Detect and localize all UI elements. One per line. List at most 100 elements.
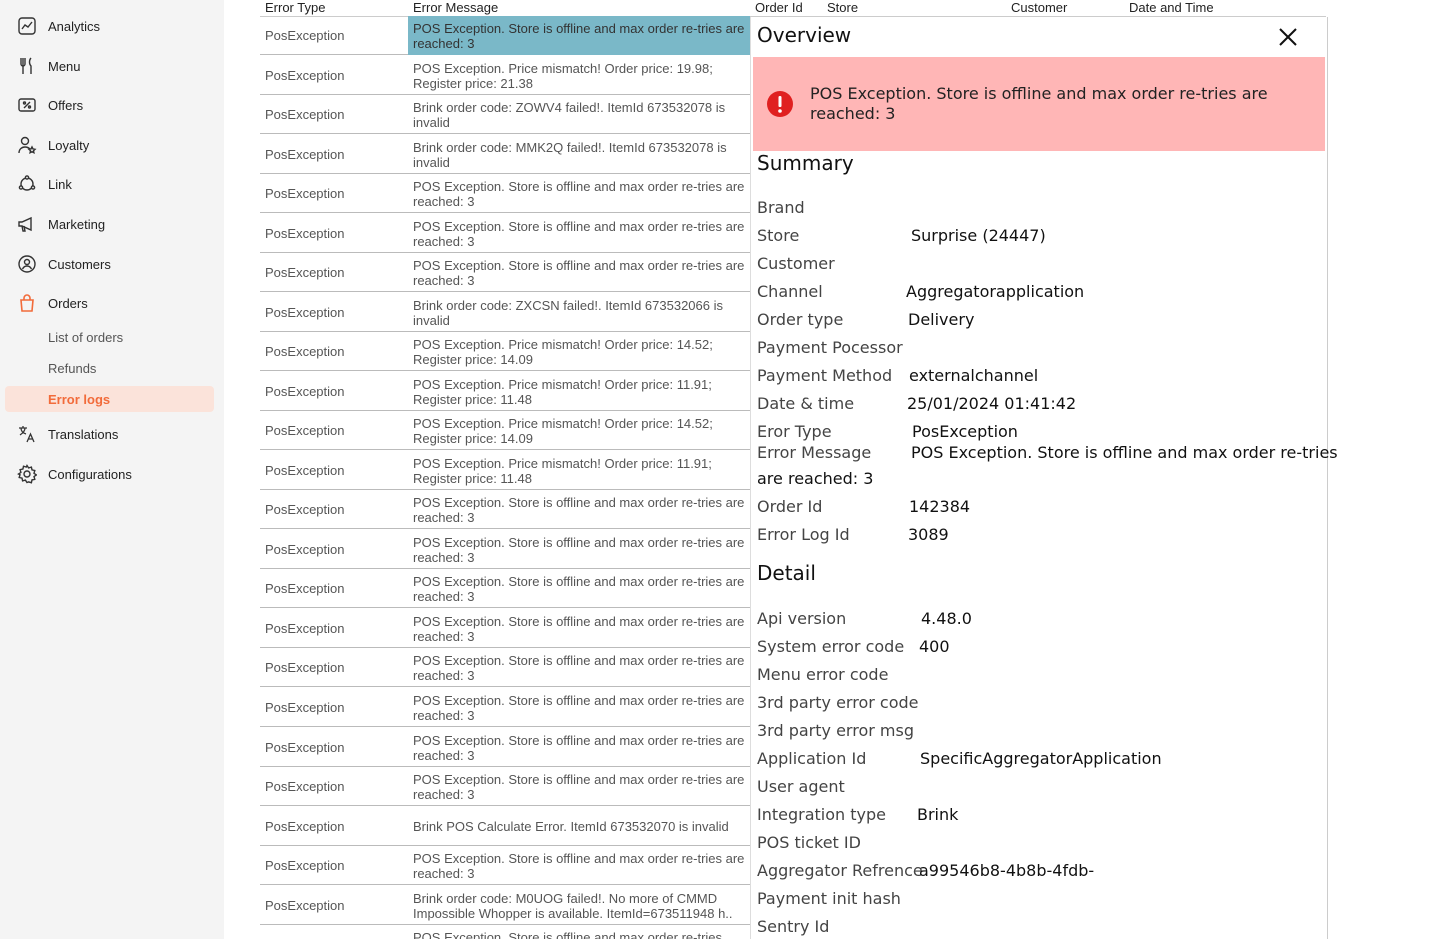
api-version-label: Api version xyxy=(757,609,847,628)
gear-icon xyxy=(16,463,38,485)
error-log-id-value: 3089 xyxy=(908,525,949,544)
offer-ticket-icon xyxy=(16,94,38,116)
cell-error-type: PosException xyxy=(265,28,345,43)
sidebar-item-analytics[interactable]: Analytics xyxy=(5,11,214,41)
sidebar-item-label: Translations xyxy=(48,426,119,442)
column-header-error-type[interactable]: Error Type xyxy=(265,0,325,15)
table-row[interactable]: PosException POS Exception. Store is off… xyxy=(260,688,750,727)
sidebar-item-label: Configurations xyxy=(48,466,132,482)
payment-method-label: Payment Method xyxy=(757,366,893,385)
system-error-code-label: System error code xyxy=(757,637,905,656)
sidebar-item-configurations[interactable]: Configurations xyxy=(5,459,214,489)
cell-error-message: POS Exception. Store is offline and max … xyxy=(408,16,750,55)
table-row[interactable]: PosException Brink POS Calculate Error. … xyxy=(260,807,750,846)
table-row[interactable]: PosException Brink order code: ZOWV4 fai… xyxy=(260,95,750,134)
cell-error-type: PosException xyxy=(265,858,345,873)
cell-error-message: POS Exception. Store is offline and max … xyxy=(413,534,745,565)
cell-error-message: POS Exception. Store is offline and max … xyxy=(413,930,723,939)
table-row[interactable]: PosException POS Exception. Store is off… xyxy=(260,846,750,885)
sidebar-subitem-error-logs[interactable]: Error logs xyxy=(5,386,214,412)
cell-error-message: POS Exception. Store is offline and max … xyxy=(413,218,745,249)
table-row[interactable]: PosException POS Exception. Store is off… xyxy=(260,490,750,529)
sidebar-item-loyalty[interactable]: Loyalty xyxy=(5,130,214,160)
sidebar-item-offers[interactable]: Offers xyxy=(5,90,214,120)
table-row[interactable]: PosException POS Exception. Store is off… xyxy=(260,16,750,55)
cell-error-message: POS Exception. Store is offline and max … xyxy=(413,732,745,763)
error-log-id-label: Error Log Id xyxy=(757,525,850,544)
table-row[interactable]: PosException POS Exception. Store is off… xyxy=(260,530,750,569)
aggregator-reference-value: a99546b8-4b8b-4fdb- xyxy=(919,861,1095,880)
table-row[interactable]: PosException POS Exception. Price mismat… xyxy=(260,56,750,95)
summary-title: Summary xyxy=(757,151,854,175)
error-alert: POS Exception. Store is offline and max … xyxy=(753,57,1325,151)
sidebar-subitem-refunds[interactable]: Refunds xyxy=(5,355,214,381)
table-row[interactable]: PosException POS Exception. Store is off… xyxy=(260,253,750,292)
cell-error-type: PosException xyxy=(265,384,345,399)
sidebar-item-customers[interactable]: Customers xyxy=(5,249,214,279)
close-icon xyxy=(1279,28,1297,46)
application-id-label: Application Id xyxy=(757,749,867,768)
table-row[interactable]: PosException POS Exception. Store is off… xyxy=(260,569,750,608)
sidebar-item-translations[interactable]: Translations xyxy=(5,419,214,449)
column-header-store[interactable]: Store xyxy=(827,0,858,15)
sidebar-item-label: Link xyxy=(48,176,72,192)
sidebar-item-label: Analytics xyxy=(48,18,101,34)
sidebar-item-marketing[interactable]: Marketing xyxy=(5,209,214,239)
cell-error-message: POS Exception. Price mismatch! Order pri… xyxy=(413,376,712,407)
sidebar-item-orders[interactable]: Orders xyxy=(5,288,214,318)
cell-error-message: Brink POS Calculate Error. ItemId 673532… xyxy=(413,819,729,834)
sentry-id-label: Sentry Id xyxy=(757,917,830,936)
table-row[interactable]: PosException POS Exception. Price mismat… xyxy=(260,451,750,490)
column-header-customer[interactable]: Customer xyxy=(1011,0,1067,15)
cell-error-type: PosException xyxy=(265,779,345,794)
cell-error-type: PosException xyxy=(265,344,345,359)
close-button[interactable] xyxy=(1277,26,1299,48)
pos-ticket-id-label: POS ticket ID xyxy=(757,833,861,852)
fork-knife-icon xyxy=(16,55,38,77)
cell-error-message: POS Exception. Price mismatch! Order pri… xyxy=(413,336,713,367)
application-id-value: SpecificAggregatorApplication xyxy=(920,749,1162,768)
cell-error-type: PosException xyxy=(265,819,345,834)
cell-error-message: POS Exception. Store is offline and max … xyxy=(413,771,745,802)
cell-error-type: PosException xyxy=(265,660,345,675)
table-row[interactable]: PosException POS Exception. Store is off… xyxy=(260,609,750,648)
link-icon xyxy=(16,173,38,195)
cell-error-message: POS Exception. Price mismatch! Order pri… xyxy=(413,455,712,486)
error-alert-icon xyxy=(767,91,793,117)
cell-error-type: PosException xyxy=(265,621,345,636)
table-row[interactable]: PosException Brink order code: M0UOG fai… xyxy=(260,886,750,925)
payment-method-value: externalchannel xyxy=(909,366,1039,385)
store-label: Store xyxy=(757,226,800,245)
table-row[interactable]: PosException POS Exception. Store is off… xyxy=(260,174,750,213)
table-row[interactable]: PosException Brink order code: MMK2Q fai… xyxy=(260,135,750,174)
order-id-label: Order Id xyxy=(757,497,823,516)
order-id-value: 142384 xyxy=(909,497,971,516)
sidebar-item-link[interactable]: Link xyxy=(5,169,214,199)
column-header-error-message[interactable]: Error Message xyxy=(413,0,498,15)
table-header: Error Type Error Message Order Id Store … xyxy=(260,0,1326,17)
table-row[interactable]: POS Exception. Store is offline and max … xyxy=(260,925,750,939)
sidebar-subitem-list-of-orders[interactable]: List of orders xyxy=(5,324,214,350)
channel-label: Channel xyxy=(757,282,823,301)
table-row[interactable]: PosException POS Exception. Store is off… xyxy=(260,728,750,767)
table-row[interactable]: PosException POS Exception. Price mismat… xyxy=(260,411,750,450)
sidebar-item-menu[interactable]: Menu xyxy=(5,51,214,81)
cell-error-type: PosException xyxy=(265,463,345,478)
megaphone-icon xyxy=(16,213,38,235)
column-header-date-time[interactable]: Date and Time xyxy=(1129,0,1214,15)
column-header-order-id[interactable]: Order Id xyxy=(755,0,803,15)
third-party-error-msg-label: 3rd party error msg xyxy=(757,721,914,740)
date-time-value: 25/01/2024 01:41:42 xyxy=(907,394,1077,413)
cell-error-message: POS Exception. Store is offline and max … xyxy=(413,652,745,683)
user-star-icon xyxy=(16,134,38,156)
table-row[interactable]: PosException Brink order code: ZXCSN fai… xyxy=(260,293,750,332)
table-row[interactable]: PosException POS Exception. Store is off… xyxy=(260,648,750,687)
table-row[interactable]: PosException POS Exception. Price mismat… xyxy=(260,372,750,411)
cell-error-type: PosException xyxy=(265,740,345,755)
integration-type-value: Brink xyxy=(917,805,959,824)
table-row[interactable]: PosException POS Exception. Store is off… xyxy=(260,767,750,806)
table-row[interactable]: PosException POS Exception. Store is off… xyxy=(260,214,750,253)
cell-error-message: POS Exception. Store is offline and max … xyxy=(413,692,745,723)
analytics-icon xyxy=(16,15,38,37)
table-row[interactable]: PosException POS Exception. Price mismat… xyxy=(260,332,750,371)
